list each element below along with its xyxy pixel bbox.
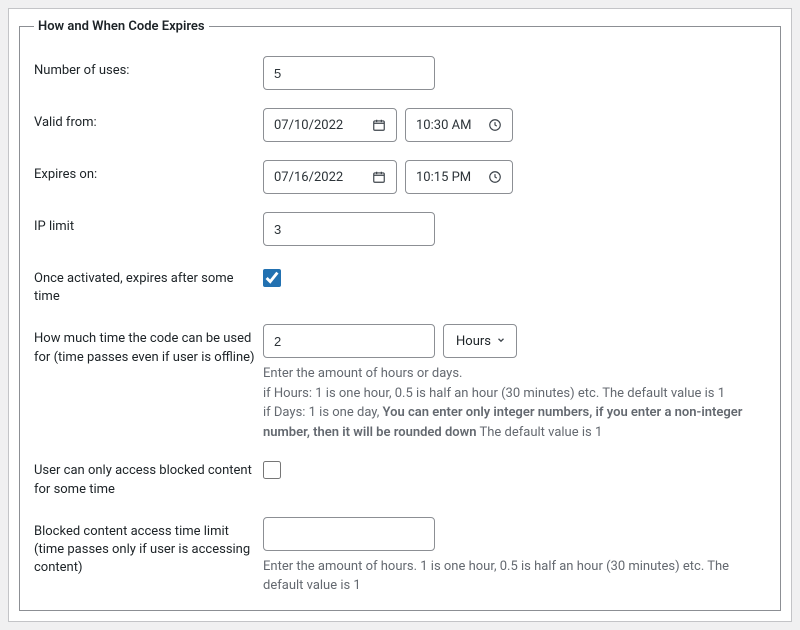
row-number-of-uses: Number of uses: <box>34 56 766 90</box>
label-time-used: How much time the code can be used for (… <box>34 324 263 366</box>
input-number-of-uses[interactable] <box>263 56 435 90</box>
calendar-icon <box>372 170 386 184</box>
input-expires-on-date[interactable]: 07/16/2022 <box>263 160 397 194</box>
input-time-used[interactable] <box>263 324 435 358</box>
checkbox-once-activated[interactable] <box>263 269 281 287</box>
valid-from-time-value: 10:30 AM <box>416 118 471 133</box>
row-valid-from: Valid from: 07/10/2022 10:30 AM <box>34 108 766 142</box>
row-expires-on: Expires on: 07/16/2022 10:15 PM <box>34 160 766 194</box>
row-only-blocked: User can only access blocked content for… <box>34 456 766 498</box>
label-blocked-limit: Blocked content access time limit (time … <box>34 517 263 578</box>
clock-icon <box>488 118 502 132</box>
label-once-activated: Once activated, expires after some time <box>34 264 263 306</box>
code-expiry-fieldset: How and When Code Expires Number of uses… <box>19 19 781 611</box>
chevron-down-icon <box>496 334 506 349</box>
label-number-of-uses: Number of uses: <box>34 56 263 80</box>
checkbox-only-blocked[interactable] <box>263 461 281 479</box>
input-ip-limit[interactable] <box>263 212 435 246</box>
section-legend: How and When Code Expires <box>34 19 209 34</box>
desc-blocked-limit: Enter the amount of hours. 1 is one hour… <box>263 557 766 596</box>
select-time-unit[interactable]: Hours <box>443 324 517 358</box>
input-blocked-limit[interactable] <box>263 517 435 551</box>
input-expires-on-time[interactable]: 10:15 PM <box>405 160 513 194</box>
expires-on-date-value: 07/16/2022 <box>274 170 343 185</box>
select-time-unit-value: Hours <box>456 334 491 349</box>
label-valid-from: Valid from: <box>34 108 263 132</box>
clock-icon <box>488 170 502 184</box>
row-blocked-limit: Blocked content access time limit (time … <box>34 517 766 596</box>
row-ip-limit: IP limit <box>34 212 766 246</box>
expires-on-time-value: 10:15 PM <box>416 170 471 185</box>
valid-from-date-value: 07/10/2022 <box>274 118 343 133</box>
desc-time-used: Enter the amount of hours or days. if Ho… <box>263 364 766 442</box>
input-valid-from-date[interactable]: 07/10/2022 <box>263 108 397 142</box>
label-expires-on: Expires on: <box>34 160 263 184</box>
label-ip-limit: IP limit <box>34 212 263 236</box>
calendar-icon <box>372 118 386 132</box>
input-valid-from-time[interactable]: 10:30 AM <box>405 108 513 142</box>
row-once-activated: Once activated, expires after some time <box>34 264 766 306</box>
label-only-blocked: User can only access blocked content for… <box>34 456 263 498</box>
settings-panel: How and When Code Expires Number of uses… <box>8 8 792 622</box>
row-time-used: How much time the code can be used for (… <box>34 324 766 442</box>
